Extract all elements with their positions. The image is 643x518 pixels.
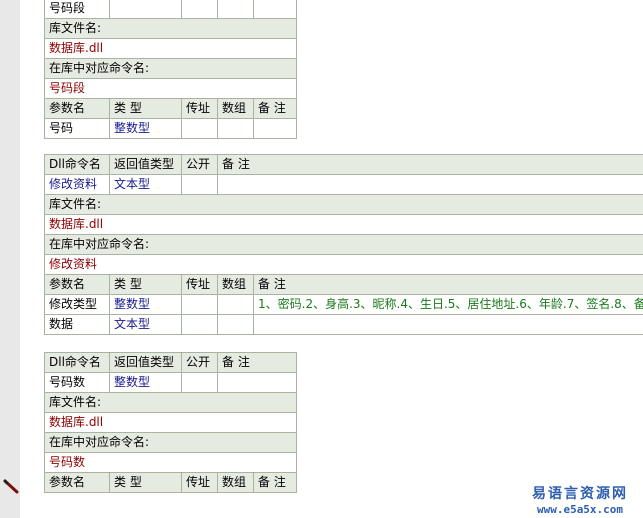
param-header: 参数名 bbox=[44, 274, 110, 295]
param-array[interactable] bbox=[217, 118, 254, 139]
watermark-title: 易语言资源网 bbox=[532, 486, 628, 502]
param-row: 号码 整数型 bbox=[44, 118, 297, 139]
command-header: 返回值类型 bbox=[109, 154, 182, 175]
param-byref[interactable] bbox=[181, 118, 218, 139]
param-header: 传址 bbox=[181, 98, 218, 119]
lib-file-label: 库文件名: bbox=[44, 18, 297, 39]
command-header: Dll命令名 bbox=[44, 352, 110, 373]
param-header: 备 注 bbox=[253, 98, 297, 119]
param-header: 类 型 bbox=[109, 274, 182, 295]
param-header-row: 参数名 类 型 传址 数组 备 注 bbox=[44, 274, 643, 295]
param-header: 备 注 bbox=[252, 472, 298, 493]
param-header: 数组 bbox=[217, 274, 254, 295]
param-byref[interactable] bbox=[181, 314, 218, 335]
lib-file-label: 库文件名: bbox=[43, 194, 643, 215]
command-row: 修改资料 文本型 bbox=[44, 174, 643, 195]
command-name[interactable]: 修改资料 bbox=[44, 174, 110, 195]
command-row: 号码数 整数型 bbox=[44, 372, 298, 393]
param-array[interactable] bbox=[217, 314, 254, 335]
param-name[interactable]: 数据 bbox=[44, 314, 110, 335]
param-row: 修改类型 整数型 1、密码.2、身高.3、昵称.4、生日.5、居住地址.6、年龄… bbox=[44, 294, 643, 315]
param-note[interactable] bbox=[252, 314, 643, 335]
command-note[interactable] bbox=[216, 174, 643, 195]
param-header: 备 注 bbox=[252, 274, 643, 295]
param-header: 类 型 bbox=[109, 472, 182, 493]
command-return-type[interactable]: 整数型 bbox=[109, 372, 182, 393]
command-header: Dll命令名 bbox=[44, 154, 110, 175]
command-public[interactable] bbox=[181, 372, 218, 393]
param-type[interactable]: 整数型 bbox=[109, 118, 182, 139]
lib-file-value[interactable]: 数据库.dll bbox=[43, 214, 643, 235]
command-header: 公开 bbox=[181, 352, 218, 373]
param-header: 参数名 bbox=[44, 472, 110, 493]
param-type[interactable]: 整数型 bbox=[109, 294, 182, 315]
command-public[interactable] bbox=[181, 174, 218, 195]
lib-cmd-label: 在库中对应命令名: bbox=[43, 234, 643, 255]
lib-cmd-label: 在库中对应命令名: bbox=[43, 432, 298, 453]
param-header: 传址 bbox=[181, 274, 218, 295]
lib-cmd-value[interactable]: 修改资料 bbox=[43, 254, 643, 275]
param-header: 数组 bbox=[217, 98, 254, 119]
dll-command-table-3: Dll命令名 返回值类型 公开 备 注 号码数 整数型 库文件名: 数据库.dl… bbox=[43, 352, 298, 493]
param-array[interactable] bbox=[217, 294, 254, 315]
lib-file-label: 库文件名: bbox=[43, 392, 298, 413]
param-name[interactable]: 修改类型 bbox=[44, 294, 110, 315]
command-header-row: Dll命令名 返回值类型 公开 备 注 bbox=[44, 352, 298, 373]
lib-file-value[interactable]: 数据库.dll bbox=[44, 38, 297, 59]
watermark-url: www.e5a5x.com bbox=[536, 503, 624, 516]
command-row: 号码段 bbox=[44, 0, 297, 19]
left-gutter bbox=[0, 0, 20, 518]
command-header: 备 注 bbox=[216, 154, 643, 175]
param-note[interactable] bbox=[253, 118, 297, 139]
param-header: 参数名 bbox=[44, 98, 110, 119]
dll-command-table-1: 号码段 库文件名: 数据库.dll 在库中对应命令名: 号码段 参数名 类 型 … bbox=[44, 0, 297, 139]
param-header: 类 型 bbox=[109, 98, 182, 119]
param-name[interactable]: 号码 bbox=[44, 118, 110, 139]
param-header-row: 参数名 类 型 传址 数组 备 注 bbox=[44, 472, 298, 493]
param-byref[interactable] bbox=[181, 294, 218, 315]
watermark: 易语言资源网 www.e5a5x.com bbox=[520, 483, 640, 516]
command-header: 公开 bbox=[181, 154, 218, 175]
param-header: 数组 bbox=[217, 472, 254, 493]
lib-cmd-label: 在库中对应命令名: bbox=[44, 58, 297, 79]
param-header: 传址 bbox=[181, 472, 218, 493]
command-header: 备 注 bbox=[216, 352, 298, 373]
dll-command-table-2: Dll命令名 返回值类型 公开 备 注 修改资料 文本型 库文件名: 数据库.d… bbox=[43, 154, 643, 335]
param-type[interactable]: 文本型 bbox=[109, 314, 182, 335]
command-name[interactable]: 号码段 bbox=[44, 0, 110, 19]
param-row: 数据 文本型 bbox=[44, 314, 643, 335]
param-header-row: 参数名 类 型 传址 数组 备 注 bbox=[44, 98, 297, 119]
command-note[interactable] bbox=[216, 372, 298, 393]
command-name[interactable]: 号码数 bbox=[44, 372, 110, 393]
command-header: 返回值类型 bbox=[109, 352, 182, 373]
lib-file-value[interactable]: 数据库.dll bbox=[43, 412, 298, 433]
command-return-type[interactable]: 文本型 bbox=[109, 174, 182, 195]
lib-cmd-value[interactable]: 号码段 bbox=[44, 78, 297, 99]
param-note[interactable]: 1、密码.2、身高.3、昵称.4、生日.5、居住地址.6、年龄.7、签名.8、备 bbox=[252, 294, 643, 315]
command-header-row: Dll命令名 返回值类型 公开 备 注 bbox=[44, 154, 643, 175]
lib-cmd-value[interactable]: 号码数 bbox=[43, 452, 298, 473]
pencil-icon[interactable] bbox=[3, 478, 19, 497]
